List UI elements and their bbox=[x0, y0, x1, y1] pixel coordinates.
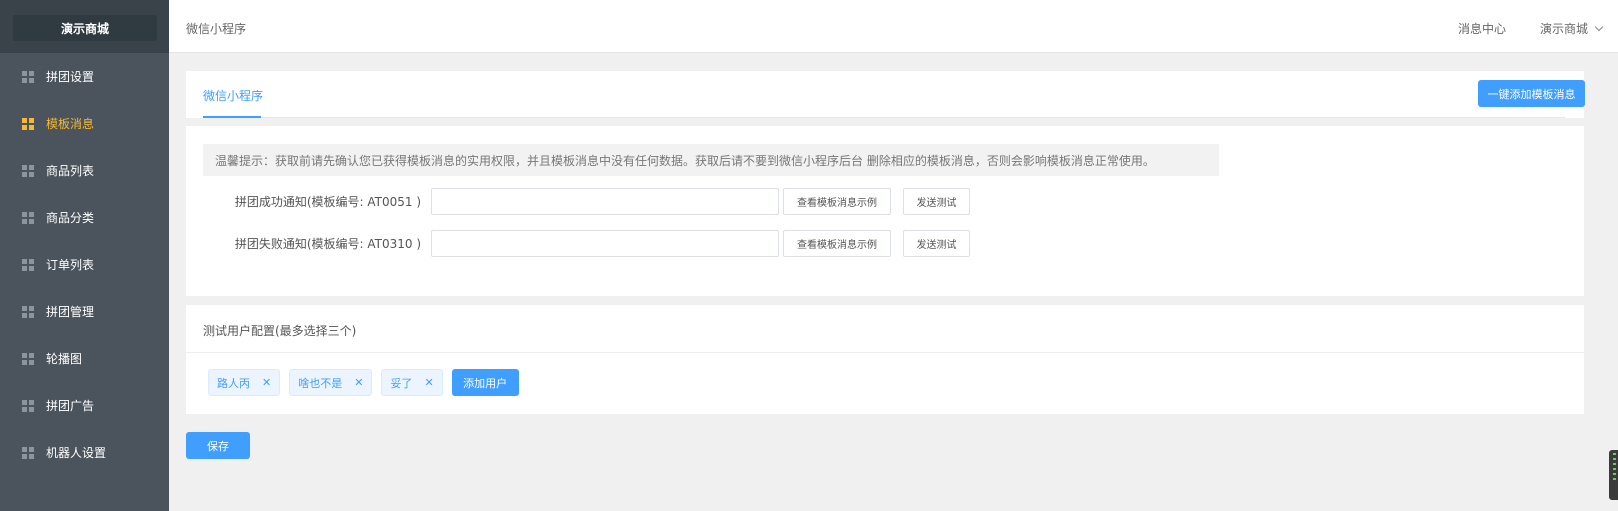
sidebar-item-template-messages[interactable]: 模板消息 bbox=[0, 100, 169, 147]
chevron-down-icon bbox=[1594, 22, 1604, 31]
breadcrumb: 微信小程序 bbox=[186, 22, 247, 36]
grid-icon bbox=[22, 305, 34, 318]
top-header: 微信小程序 消息中心 演示商城 bbox=[169, 0, 1618, 53]
user-tag-label: 路人丙 bbox=[217, 376, 250, 390]
card-divider bbox=[186, 352, 1584, 353]
user-menu[interactable]: 演示商城 bbox=[1539, 20, 1604, 37]
sidebar-item-group-settings[interactable]: 拼团设置 bbox=[0, 53, 169, 100]
card-title: 测试用户配置(最多选择三个) bbox=[203, 324, 357, 338]
add-user-button[interactable]: 添加用户 bbox=[451, 369, 519, 396]
sidebar-item-label: 拼团设置 bbox=[46, 70, 95, 84]
close-icon[interactable]: ✕ bbox=[354, 376, 363, 389]
grid-icon bbox=[22, 117, 34, 130]
sidebar: 演示商城 拼团设置 模板消息 商品列表 商品分类 订单列表 拼团管理 轮播图 拼… bbox=[0, 0, 169, 511]
user-tag: 路人丙 ✕ bbox=[208, 369, 281, 396]
close-icon[interactable]: ✕ bbox=[262, 376, 271, 389]
template-label: 拼团成功通知(模板编号: AT0051 ) bbox=[234, 195, 421, 209]
template-message-card: 微信小程序 一键添加模板消息 温馨提示：获取前请先确认您已获得模板消息的实用权限… bbox=[186, 71, 1585, 296]
grid-icon bbox=[22, 70, 34, 83]
sidebar-item-label: 订单列表 bbox=[46, 258, 95, 272]
user-tag: 啥也不是 ✕ bbox=[289, 369, 373, 396]
add-template-messages-button[interactable]: 一键添加模板消息 bbox=[1478, 80, 1585, 107]
sidebar-item-label: 机器人设置 bbox=[46, 446, 107, 460]
user-tag: 妥了 ✕ bbox=[381, 369, 443, 396]
sidebar-item-label: 商品列表 bbox=[46, 164, 95, 178]
user-tags: 路人丙 ✕ 啥也不是 ✕ 妥了 ✕ 添加用户 bbox=[208, 369, 519, 396]
sidebar-item-robot-settings[interactable]: 机器人设置 bbox=[0, 429, 169, 476]
sidebar-item-label: 拼团广告 bbox=[46, 399, 95, 413]
sidebar-nav: 拼团设置 模板消息 商品列表 商品分类 订单列表 拼团管理 轮播图 拼团广告 机… bbox=[0, 53, 169, 476]
send-test-button[interactable]: 发送测试 bbox=[903, 230, 970, 257]
sidebar-item-label: 拼团管理 bbox=[46, 305, 95, 319]
sidebar-item-label: 商品分类 bbox=[46, 211, 95, 225]
grid-icon bbox=[22, 446, 34, 459]
user-tag-label: 啥也不是 bbox=[298, 376, 343, 390]
sidebar-item-product-categories[interactable]: 商品分类 bbox=[0, 194, 169, 241]
card-gap bbox=[186, 118, 1584, 126]
close-icon[interactable]: ✕ bbox=[424, 376, 433, 389]
message-center-link[interactable]: 消息中心 bbox=[1458, 20, 1506, 37]
grid-icon bbox=[22, 258, 34, 271]
template-id-input[interactable] bbox=[431, 188, 779, 215]
sidebar-header: 演示商城 bbox=[0, 0, 169, 53]
send-test-button[interactable]: 发送测试 bbox=[903, 188, 970, 215]
grid-icon bbox=[22, 399, 34, 412]
template-row-success: 拼团成功通知(模板编号: AT0051 ) 查看模板消息示例 发送测试 bbox=[203, 188, 970, 215]
sidebar-item-label: 轮播图 bbox=[46, 352, 83, 366]
sidebar-item-carousel[interactable]: 轮播图 bbox=[0, 335, 169, 382]
header-actions: 消息中心 演示商城 bbox=[1458, 20, 1604, 37]
view-example-button[interactable]: 查看模板消息示例 bbox=[783, 188, 891, 215]
warning-tip: 温馨提示：获取前请先确认您已获得模板消息的实用权限，并且模板消息中没有任何数据。… bbox=[203, 144, 1219, 176]
grid-icon bbox=[22, 211, 34, 224]
sidebar-item-group-management[interactable]: 拼团管理 bbox=[0, 288, 169, 335]
grid-icon bbox=[22, 352, 34, 365]
tab-wechat-miniprogram[interactable]: 微信小程序 bbox=[203, 87, 263, 104]
edge-widget[interactable] bbox=[1609, 450, 1618, 500]
test-users-card: 测试用户配置(最多选择三个) 路人丙 ✕ 啥也不是 ✕ 妥了 ✕ 添加用户 bbox=[186, 305, 1584, 414]
template-label: 拼团失败通知(模板编号: AT0310 ) bbox=[234, 237, 421, 251]
sidebar-item-order-list[interactable]: 订单列表 bbox=[0, 241, 169, 288]
user-tag-label: 妥了 bbox=[390, 376, 413, 390]
brand-logo[interactable]: 演示商城 bbox=[13, 15, 157, 41]
view-example-button[interactable]: 查看模板消息示例 bbox=[783, 230, 891, 257]
sidebar-item-group-ads[interactable]: 拼团广告 bbox=[0, 382, 169, 429]
grid-icon bbox=[22, 164, 34, 177]
template-row-failure: 拼团失败通知(模板编号: AT0310 ) 查看模板消息示例 发送测试 bbox=[203, 230, 970, 257]
sidebar-item-label: 模板消息 bbox=[46, 117, 95, 131]
template-id-input[interactable] bbox=[431, 230, 779, 257]
sidebar-item-product-list[interactable]: 商品列表 bbox=[0, 147, 169, 194]
user-menu-label: 演示商城 bbox=[1539, 22, 1588, 36]
save-button[interactable]: 保存 bbox=[186, 432, 250, 459]
